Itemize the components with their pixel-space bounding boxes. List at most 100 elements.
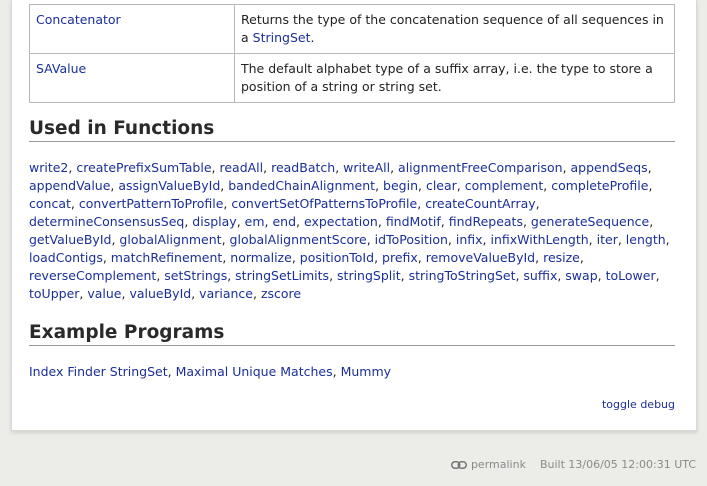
function-link-resize[interactable]: resize: [543, 250, 580, 265]
function-link-convertpatterntoprofile[interactable]: convertPatternToProfile: [79, 196, 224, 211]
stringset-link[interactable]: StringSet: [253, 30, 311, 45]
toggle-debug-link[interactable]: toggle debug: [602, 398, 675, 411]
function-link-alignmentfreecomparison[interactable]: alignmentFreeComparison: [398, 160, 563, 175]
example-program-list: Index Finder StringSet, Maximal Unique M…: [29, 363, 391, 381]
function-link-findmotif[interactable]: findMotif: [386, 214, 441, 229]
function-link-length[interactable]: length: [626, 232, 666, 247]
function-link-idtoposition[interactable]: idToPosition: [375, 232, 448, 247]
function-link-findrepeats[interactable]: findRepeats: [449, 214, 523, 229]
table-row: Concatenator Returns the type of the con…: [29, 4, 675, 54]
type-description-end: .: [310, 30, 315, 45]
function-link-clear[interactable]: clear: [426, 178, 457, 193]
function-link-write2[interactable]: write2: [29, 160, 68, 175]
function-link-toupper[interactable]: toUpper: [29, 286, 79, 301]
function-link-reversecomplement[interactable]: reverseComplement: [29, 268, 156, 283]
function-link-completeprofile[interactable]: completeProfile: [551, 178, 648, 193]
type-link-savalue[interactable]: SAValue: [36, 61, 86, 76]
function-link-positiontoid[interactable]: positionToId: [300, 250, 374, 265]
function-link-prefix[interactable]: prefix: [382, 250, 418, 265]
list-separator: ,: [665, 232, 670, 247]
list-separator: ,: [418, 178, 426, 193]
list-separator: ,: [649, 214, 654, 229]
function-link-bandedchainalignment[interactable]: bandedChainAlignment: [228, 178, 375, 193]
type-name-cell: Concatenator: [29, 4, 235, 54]
list-separator: ,: [70, 196, 79, 211]
function-link-globalalignment[interactable]: globalAlignment: [119, 232, 221, 247]
function-link-removevaluebyid[interactable]: removeValueById: [426, 250, 535, 265]
function-link-valuebyid[interactable]: valueById: [129, 286, 191, 301]
function-link-display[interactable]: display: [192, 214, 236, 229]
function-link-appendvalue[interactable]: appendValue: [29, 178, 110, 193]
function-link-swap[interactable]: swap: [565, 268, 597, 283]
list-separator: ,: [335, 160, 344, 175]
list-separator: ,: [535, 196, 540, 211]
list-separator: ,: [291, 250, 300, 265]
build-timestamp: Built 13/06/05 12:00:31 UTC: [539, 458, 696, 471]
function-link-variance[interactable]: variance: [199, 286, 253, 301]
function-link-iter[interactable]: iter: [597, 232, 618, 247]
used-in-functions-heading: Used in Functions: [29, 118, 675, 142]
list-separator: ,: [263, 160, 272, 175]
footer: permalink Built 13/06/05 12:00:31 UTC: [450, 458, 696, 471]
function-link-setstrings[interactable]: setStrings: [164, 268, 227, 283]
function-link-readbatch[interactable]: readBatch: [271, 160, 335, 175]
function-link-generatesequence[interactable]: generateSequence: [531, 214, 649, 229]
function-link-globalalignmentscore[interactable]: globalAlignmentScore: [230, 232, 367, 247]
list-separator: ,: [377, 214, 386, 229]
list-separator: ,: [102, 250, 111, 265]
function-link-loadcontigs[interactable]: loadContigs: [29, 250, 103, 265]
example-link-index-finder-stringset[interactable]: Index Finder StringSet: [29, 364, 168, 379]
list-separator: ,: [440, 214, 449, 229]
function-link-suffix[interactable]: suffix: [523, 268, 557, 283]
function-link-stringtostringset[interactable]: stringToStringSet: [409, 268, 516, 283]
list-separator: ,: [579, 250, 584, 265]
function-link-readall[interactable]: readAll: [219, 160, 263, 175]
list-separator: ,: [296, 214, 304, 229]
function-link-complement[interactable]: complement: [465, 178, 544, 193]
function-link-getvaluebyid[interactable]: getValueById: [29, 232, 111, 247]
list-separator: ,: [332, 364, 341, 379]
permalink-link[interactable]: permalink: [471, 458, 526, 471]
example-link-maximal-unique-matches[interactable]: Maximal Unique Matches: [176, 364, 333, 379]
function-link-stringsetlimits[interactable]: stringSetLimits: [235, 268, 329, 283]
list-separator: ,: [655, 268, 660, 283]
function-link-determineconsensusseq[interactable]: determineConsensusSeq: [29, 214, 184, 229]
content-card: Concatenator Returns the type of the con…: [11, 0, 697, 431]
list-separator: ,: [456, 178, 465, 193]
list-separator: ,: [227, 268, 236, 283]
function-link-infixwithlength[interactable]: infixWithLength: [491, 232, 589, 247]
list-separator: ,: [647, 160, 652, 175]
function-link-createprefixsumtable[interactable]: createPrefixSumTable: [76, 160, 211, 175]
list-separator: ,: [236, 214, 245, 229]
function-link-normalize[interactable]: normalize: [230, 250, 292, 265]
list-separator: ,: [597, 268, 606, 283]
function-link-writeall[interactable]: writeAll: [343, 160, 390, 175]
function-link-zscore[interactable]: zscore: [261, 286, 301, 301]
function-link-concat[interactable]: concat: [29, 196, 71, 211]
list-separator: ,: [366, 232, 375, 247]
function-link-stringsplit[interactable]: stringSplit: [337, 268, 401, 283]
function-link-expectation[interactable]: expectation: [304, 214, 378, 229]
function-link-begin[interactable]: begin: [383, 178, 418, 193]
list-separator: ,: [375, 178, 384, 193]
function-link-createcountarray[interactable]: createCountArray: [425, 196, 535, 211]
function-link-assignvaluebyid[interactable]: assignValueById: [118, 178, 220, 193]
function-link-appendseqs[interactable]: appendSeqs: [571, 160, 648, 175]
list-separator: ,: [543, 178, 552, 193]
function-link-infix[interactable]: infix: [456, 232, 483, 247]
table-row: SAValue The default alphabet type of a s…: [29, 53, 675, 103]
function-link-end[interactable]: end: [272, 214, 296, 229]
function-link-convertsetofpatternstoprofile[interactable]: convertSetOfPatternsToProfile: [231, 196, 417, 211]
type-description-cell: The default alphabet type of a suffix ar…: [234, 53, 675, 103]
function-link-em[interactable]: em: [245, 214, 265, 229]
list-separator: ,: [253, 286, 261, 301]
list-separator: ,: [522, 214, 531, 229]
list-separator: ,: [562, 160, 571, 175]
example-link-mummy[interactable]: Mummy: [341, 364, 391, 379]
list-separator: ,: [329, 268, 338, 283]
function-link-value[interactable]: value: [87, 286, 121, 301]
type-link-concatenator[interactable]: Concatenator: [36, 12, 121, 27]
function-link-tolower[interactable]: toLower: [606, 268, 656, 283]
function-link-matchrefinement[interactable]: matchRefinement: [111, 250, 223, 265]
link-icon[interactable]: [450, 460, 467, 469]
